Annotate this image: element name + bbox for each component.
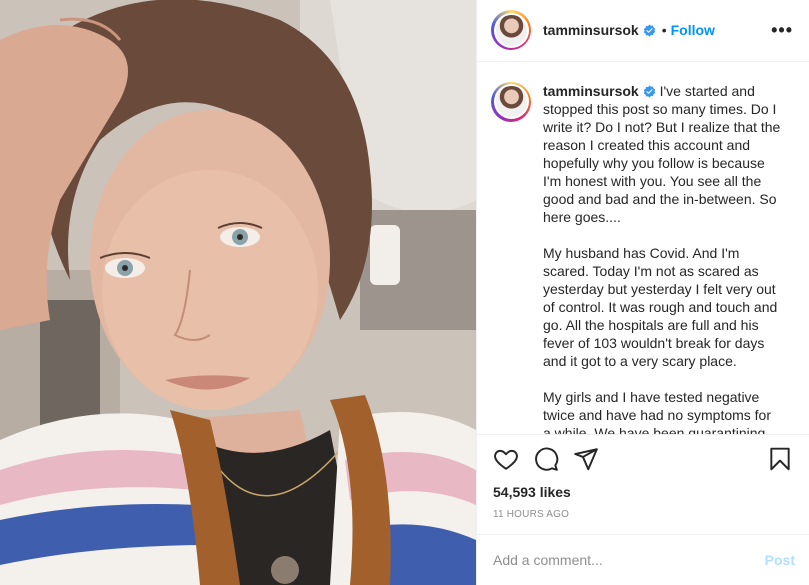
instagram-post: tamminsursok • Follow ••• tamminsursok I… [0, 0, 809, 585]
avatar[interactable] [491, 10, 531, 51]
avatar-image [495, 14, 527, 46]
comment-input[interactable] [493, 551, 765, 568]
follow-button[interactable]: Follow [671, 22, 715, 38]
bookmark-icon[interactable] [767, 446, 793, 472]
comment-icon[interactable] [533, 446, 559, 472]
caption-paragraph: My girls and I have tested negative twic… [543, 388, 772, 436]
avatar-image [495, 86, 527, 118]
caption-text: tamminsursok I've started and stopped th… [543, 82, 781, 436]
share-icon[interactable] [573, 446, 599, 472]
post-timestamp[interactable]: 11 HOURS AGO [477, 500, 809, 534]
post-header: tamminsursok • Follow ••• [477, 0, 809, 62]
action-bar [477, 435, 809, 484]
comments-area[interactable]: tamminsursok I've started and stopped th… [477, 62, 809, 436]
heart-icon[interactable] [493, 446, 519, 472]
username-link[interactable]: tamminsursok [543, 22, 639, 38]
post-photo[interactable] [0, 0, 476, 585]
caption-paragraph: I've started and stopped this post so ma… [543, 82, 781, 225]
post-side-panel: tamminsursok • Follow ••• tamminsursok I… [476, 0, 809, 585]
verified-badge-icon [643, 24, 655, 37]
post-comment-button[interactable]: Post [765, 552, 795, 568]
likes-count[interactable]: 54,593 likes [477, 484, 809, 500]
selfie-illustration [0, 0, 476, 585]
add-comment-bar: Post [477, 533, 809, 585]
more-options-icon[interactable]: ••• [771, 21, 793, 39]
caption-username-link[interactable]: tamminsursok [543, 83, 639, 99]
caption-paragraph: My husband has Covid. And I'm scared. To… [543, 244, 778, 369]
caption: tamminsursok I've started and stopped th… [491, 81, 793, 436]
separator-dot: • [661, 22, 667, 39]
verified-badge-icon [643, 84, 655, 98]
caption-avatar[interactable] [491, 81, 531, 122]
